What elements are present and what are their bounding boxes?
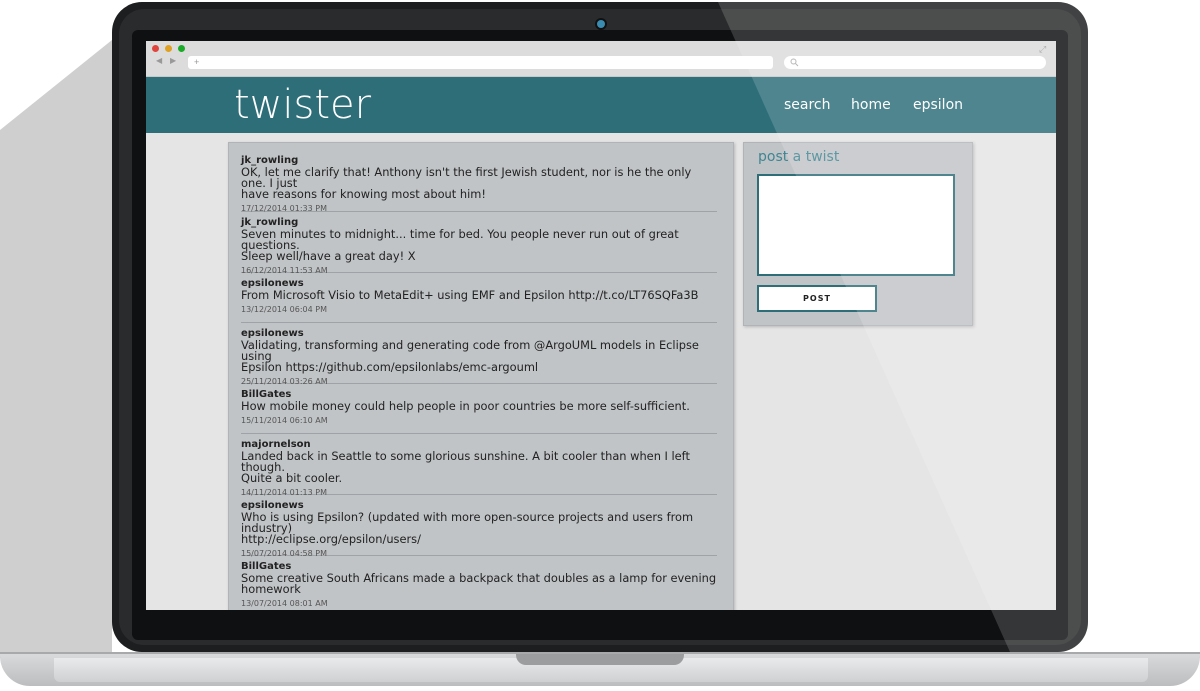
post-button[interactable]: POST <box>757 285 877 312</box>
feed-post[interactable]: epsilonews Validating, transforming and … <box>241 327 717 386</box>
site-logo[interactable]: twister <box>234 82 371 128</box>
post-text: Seven minutes to midnight... time for be… <box>241 227 679 263</box>
feed-post[interactable]: epsilonews From Microsoft Visio to MetaE… <box>241 277 717 323</box>
post-timestamp: 15/07/2014 04:58 PM <box>241 549 327 558</box>
back-arrow-icon[interactable]: ◀ <box>156 56 162 65</box>
feed-post[interactable]: BillGates How mobile money could help pe… <box>241 388 717 434</box>
post-twist-panel: post a twist POST <box>743 142 973 326</box>
search-icon <box>790 58 799 67</box>
forward-arrow-icon[interactable]: ▶ <box>170 56 176 65</box>
address-bar[interactable]: + <box>188 56 773 69</box>
post-twist-title: post a twist <box>758 149 840 165</box>
post-text: OK, let me clarify that! Anthony isn't t… <box>241 165 692 201</box>
post-text: Validating, transforming and generating … <box>241 338 699 374</box>
nav-home-link[interactable]: home <box>851 97 891 113</box>
post-timestamp: 17/12/2014 01:33 PM <box>241 204 327 213</box>
post-timestamp: 13/07/2014 08:01 AM <box>241 599 328 608</box>
post-timestamp: 14/11/2014 01:13 PM <box>241 488 327 497</box>
post-timestamp: 15/11/2014 06:10 AM <box>241 416 328 425</box>
feed-post[interactable]: majornelson Landed back in Seattle to so… <box>241 438 717 497</box>
maximize-window-button[interactable] <box>178 45 185 52</box>
browser-window: ◀ ▶ + ⤢ twister search home epsilon jk_r… <box>146 41 1056 610</box>
fullscreen-icon[interactable]: ⤢ <box>1039 44 1046 55</box>
browser-search-field[interactable] <box>784 56 1046 69</box>
post-text: Some creative South Africans made a back… <box>241 571 717 596</box>
browser-toolbar: ◀ ▶ + ⤢ <box>146 41 1056 77</box>
post-text: Landed back in Seattle to some glorious … <box>241 449 690 485</box>
post-timestamp: 13/12/2014 06:04 PM <box>241 305 327 314</box>
post-timestamp: 16/12/2014 11:53 AM <box>241 266 328 275</box>
nav-epsilon-link[interactable]: epsilon <box>913 97 963 113</box>
feed-post[interactable]: jk_rowling Seven minutes to midnight... … <box>241 216 717 275</box>
laptop-hinge-notch <box>516 654 684 665</box>
post-text: Who is using Epsilon? (updated with more… <box>241 510 694 546</box>
close-window-button[interactable] <box>152 45 159 52</box>
post-text: From Microsoft Visio to MetaEdit+ using … <box>241 288 699 302</box>
post-text: How mobile money could help people in po… <box>241 399 690 413</box>
feed-post[interactable]: jk_rowling OK, let me clarify that! Anth… <box>241 154 717 213</box>
twist-textarea[interactable] <box>757 174 955 276</box>
feed-post[interactable]: BillGates Some creative South Africans m… <box>241 560 717 610</box>
post-timestamp: 25/11/2014 03:26 AM <box>241 377 328 386</box>
webcam-icon <box>597 20 605 28</box>
minimize-window-button[interactable] <box>165 45 172 52</box>
nav-search-link[interactable]: search <box>784 97 831 113</box>
twist-feed: jk_rowling OK, let me clarify that! Anth… <box>228 142 734 610</box>
feed-post[interactable]: epsilonews Who is using Epsilon? (update… <box>241 499 717 558</box>
